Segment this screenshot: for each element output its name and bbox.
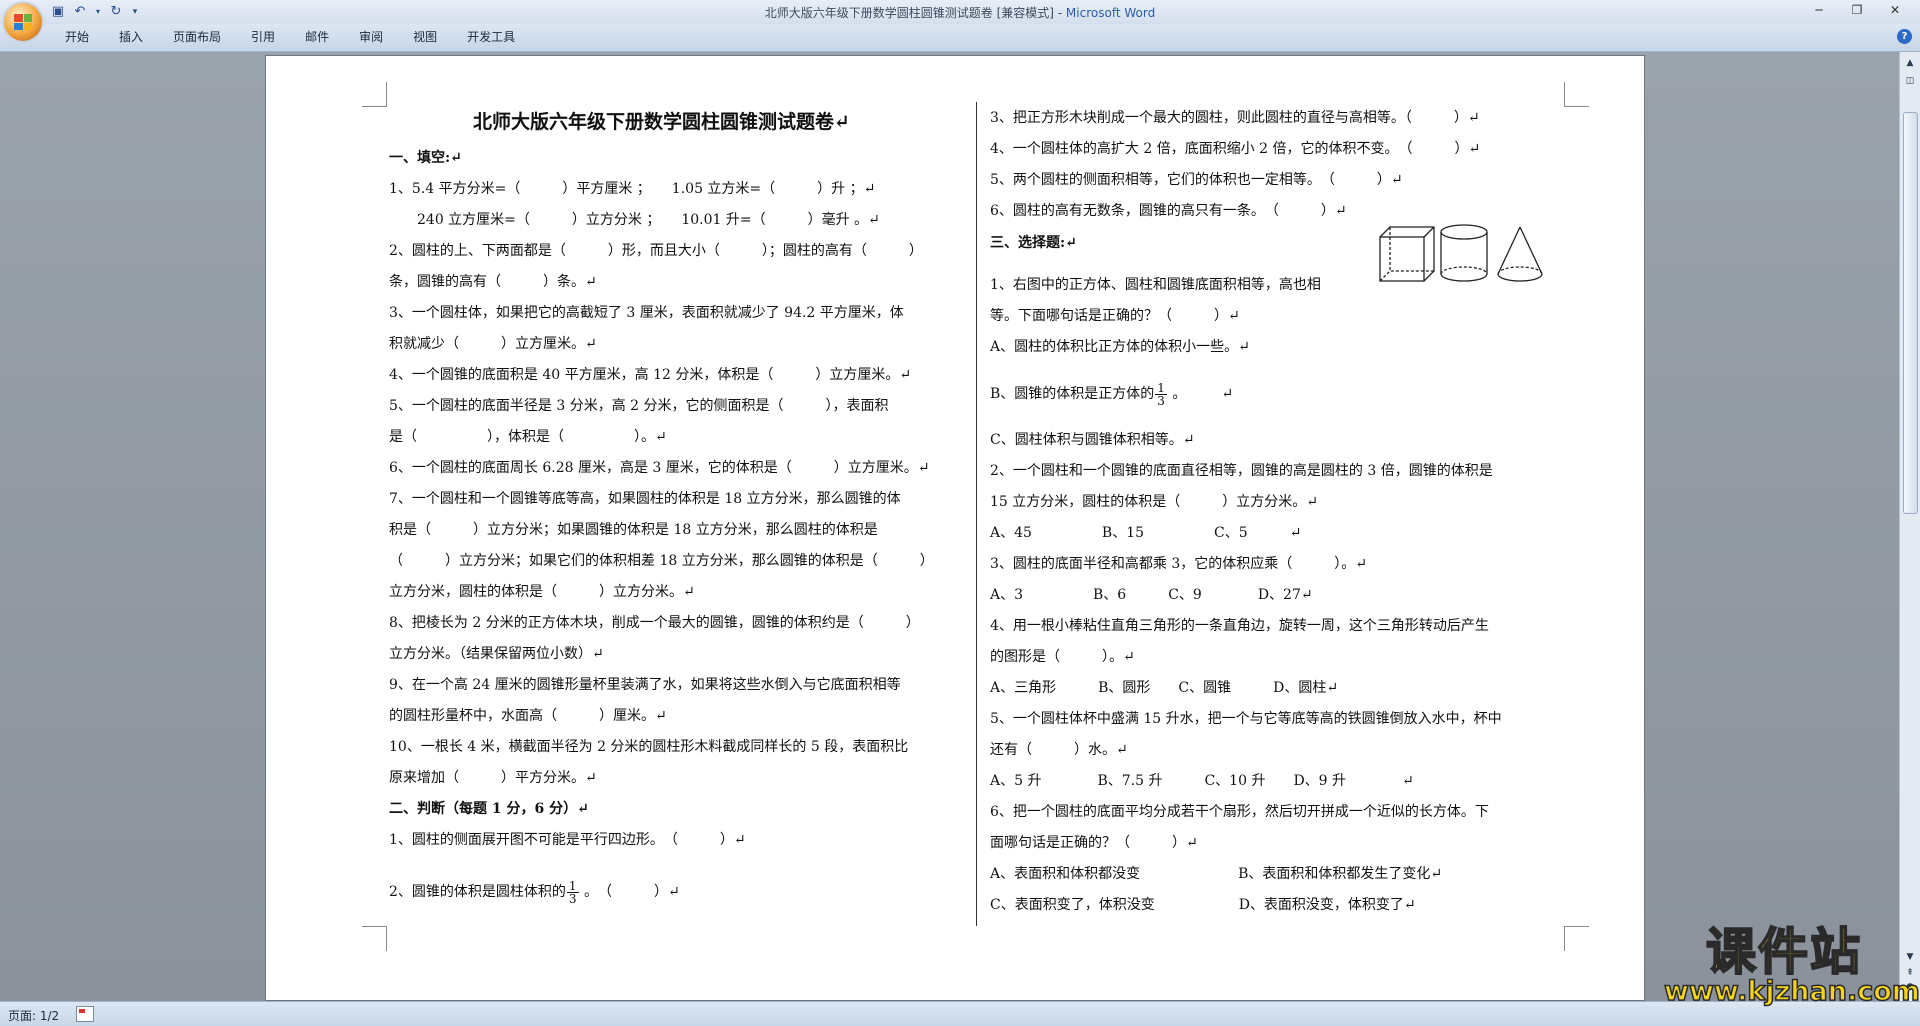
page-counter[interactable]: 页面: 1/2 xyxy=(8,1007,59,1024)
vertical-scrollbar[interactable]: ▲ ◫ ▼ ⇞ ● xyxy=(1899,52,1920,1001)
watermark-url: www.kjzhan.com xyxy=(1663,976,1920,1007)
left-line-11: 6、一个圆柱的底面周长 6.28 厘米，高是 3 厘米，它的体积是（ ）立方厘米… xyxy=(389,460,930,476)
minimize-icon[interactable]: ─ xyxy=(1800,0,1838,20)
right-line-bottom-12: A、5 升 B、7.5 升 C、10 升 D、9 升 ↵ xyxy=(990,773,1414,789)
cylinder-icon xyxy=(1440,224,1488,282)
scroll-down-icon[interactable]: ▼ xyxy=(1903,950,1917,964)
right-line-bottom-4: A、45 B、15 C、5 ↵ xyxy=(990,525,1302,541)
tab-page-layout[interactable]: 页面布局 xyxy=(158,28,236,46)
right-line-top-5: 三、选择题:↵ xyxy=(990,235,1077,251)
fraction: 13 xyxy=(1155,382,1167,407)
right-line-bottom-2: 2、一个圆柱和一个圆锥的底面直径相等，圆锥的高是圆柱的 3 倍，圆锥的体积是 xyxy=(990,463,1493,479)
right-line-bottom-16: C、表面积变了，体积没变 D、表面积没变，体积变了↵ xyxy=(990,897,1416,913)
window-controls: ─ ❐ ✕ xyxy=(1800,0,1914,20)
tab-mailings[interactable]: 邮件 xyxy=(290,28,344,46)
fraction-denominator: 3 xyxy=(1157,393,1165,408)
watermark-text: 课件站 xyxy=(1705,923,1862,981)
status-bar: 页面: 1/2 xyxy=(0,1001,1920,1026)
right-line-bottom-14: 面哪句话是正确的？（ ）↵ xyxy=(990,835,1198,851)
left-line-21: 原来增加（ ）平方分米。↵ xyxy=(389,770,597,786)
right-line-bottom-7: 4、用一根小棒粘住直角三角形的一条直角边，旋转一周，这个三角形转动后产生 xyxy=(990,618,1489,634)
fraction-denominator: 3 xyxy=(568,891,577,906)
left-line-22: 二、判断（每题 1 分，6 分）↵ xyxy=(389,801,589,817)
crop-mark-top-left xyxy=(362,82,387,107)
scroll-up-icon[interactable]: ▲ xyxy=(1903,56,1917,70)
left-line-13: 积是（ ）立方分米；如果圆锥的体积是 18 立方分米，那么圆柱的体积是 xyxy=(389,522,878,538)
watermark-logo: 课件站 www.kjzhan.com xyxy=(1663,923,1920,1008)
right-line-top-6: 1、右图中的正方体、圆柱和圆锥底面积相等，高也相 xyxy=(990,277,1321,293)
cube-icon xyxy=(1379,226,1435,282)
right-line-bottom-5: 3、圆柱的底面半径和高都乘 3，它的体积应乘（ ）。↵ xyxy=(990,556,1367,572)
right-line-bottom-13: 6、把一个圆柱的底面平均分成若干个扇形，然后切开拼成一个近似的长方体。下 xyxy=(990,804,1489,820)
left-line-4: 2、圆柱的上、下两面都是（ ）形，而且大小（ ）；圆柱的高有（ ） xyxy=(389,243,923,259)
fraction-line-suffix: 。 （ ）↵ xyxy=(579,884,680,900)
right-line-bottom-6: A、3 B、6 C、9 D、27↵ xyxy=(990,587,1313,603)
left-column: 北师大版六年级下册数学圆柱圆锥测试题卷↵ 一、填空:↵ 1、5.4 平方分米=（ … xyxy=(389,0,965,1000)
left-line-fraction: 2、圆锥的体积是圆柱体积的 1 3 。 （ ）↵ xyxy=(389,874,680,910)
right-line-bottom-10: 5、一个圆柱体杯中盛满 15 升水，把一个与它等底等高的铁圆锥倒放入水中，杯中 xyxy=(990,711,1502,727)
left-line-9: 5、一个圆柱的底面半径是 3 分米，高 2 分米，它的侧面积是（ ），表面积 xyxy=(389,398,889,414)
shapes-figure xyxy=(1379,224,1543,282)
left-line-3: 240 立方厘米=（ ）立方分米 ； 10.01 升=（ ）毫升 。↵ xyxy=(389,212,880,228)
left-line-18: 9、在一个高 24 厘米的圆锥形量杯里装满了水，如果将这些水倒入与它底面积相等 xyxy=(389,677,901,693)
close-icon[interactable]: ✕ xyxy=(1876,0,1914,20)
ruler-toggle-icon[interactable]: ◫ xyxy=(1903,74,1917,88)
right-line-bottom-3: 15 立方分米，圆柱的体积是（ ）立方分米。↵ xyxy=(990,494,1318,510)
right-line-bottom-8: 的图形是（ ）。↵ xyxy=(990,649,1135,665)
fraction-line-text: B、圆锥的体积是正方体的 xyxy=(990,386,1155,402)
scroll-thumb[interactable] xyxy=(1903,112,1918,514)
right-line-top-1: 3、把正方形木块削成一个最大的圆柱，则此圆柱的直径与高相等。（ ）↵ xyxy=(990,110,1480,126)
left-line-8: 4、一个圆锥的底面积是 40 平方厘米，高 12 分米，体积是（ ）立方厘米。↵ xyxy=(389,367,912,383)
left-line-23: 1、圆柱的侧面展开图不可能是平行四边形。 （ ）↵ xyxy=(389,832,746,848)
right-line-bottom-1: C、圆柱体积与圆锥体积相等。↵ xyxy=(990,432,1195,448)
tab-home[interactable]: 开始 xyxy=(50,28,104,46)
right-line-bottom-9: A、三角形 B、圆形 C、圆锥 D、圆柱↵ xyxy=(990,680,1339,696)
left-line-19: 的圆柱形量杯中，水面高（ ）厘米。↵ xyxy=(389,708,667,724)
cone-icon xyxy=(1497,226,1543,282)
help-icon[interactable]: ? xyxy=(1897,29,1912,44)
left-line-7: 积就减少（ ）立方厘米。↵ xyxy=(389,336,597,352)
tab-insert[interactable]: 插入 xyxy=(104,28,158,46)
left-line-12: 7、一个圆柱和一个圆锥等底等高，如果圆柱的体积是 18 立方分米，那么圆锥的体 xyxy=(389,491,901,507)
left-line-10: 是（ ），体积是（ ）。↵ xyxy=(389,429,667,445)
right-line-fraction: B、圆锥的体积是正方体的 1 3 。 ↵ xyxy=(990,376,1233,412)
maximize-icon[interactable]: ❐ xyxy=(1838,0,1876,20)
office-button[interactable] xyxy=(4,3,42,41)
right-line-top-4: 6、圆柱的高有无数条，圆锥的高只有一条。 （ ）↵ xyxy=(990,203,1347,219)
document-title: 北师大版六年级下册数学圆柱圆锥测试题卷↵ xyxy=(473,111,850,133)
right-line-top-3: 5、两个圆柱的侧面积相等，它们的体积也一定相等。 （ ）↵ xyxy=(990,172,1403,188)
fraction-line-text: 2、圆锥的体积是圆柱体积的 xyxy=(389,884,566,900)
fraction-numerator: 1 xyxy=(566,878,579,893)
left-line-14: （ ）立方分米；如果它们的体积相差 18 立方分米，那么圆锥的体积是（ ） xyxy=(389,553,934,569)
left-line-20: 10、一根长 4 米，横截面半径为 2 分米的圆柱形木料截成同样长的 5 段，表… xyxy=(389,739,909,755)
fraction-numerator: 1 xyxy=(1155,380,1167,395)
column-divider xyxy=(976,102,977,926)
fraction: 13 xyxy=(566,878,579,906)
proofing-icon[interactable] xyxy=(76,1006,94,1022)
left-line-2: 1、5.4 平方分米=（ ）平方厘米 ； 1.05 立方米=（ ）升 ；↵ xyxy=(389,181,876,197)
fraction-line-suffix: 。 ↵ xyxy=(1167,386,1234,402)
crop-mark-bottom-left xyxy=(362,926,387,951)
tab-references[interactable]: 引用 xyxy=(236,28,290,46)
left-line-1: 一、填空:↵ xyxy=(389,150,462,166)
left-line-6: 3、一个圆柱体，如果把它的高截短了 3 厘米，表面积就减少了 94.2 平方厘米… xyxy=(389,305,904,321)
right-line-top-7: 等。下面哪句话是正确的？（ ）↵ xyxy=(990,308,1240,324)
right-column: 3、把正方形木块削成一个最大的圆柱，则此圆柱的直径与高相等。（ ）↵ 4、一个圆柱… xyxy=(990,0,1570,1000)
right-line-bottom-11: 还有（ ）水。↵ xyxy=(990,742,1128,758)
left-line-5: 条，圆锥的高有（ ）条。↵ xyxy=(389,274,597,290)
right-line-bottom-15: A、表面积和体积都没变 B、表面积和体积都发生了变化↵ xyxy=(990,866,1443,882)
right-line-top-2: 4、一个圆柱体的高扩大 2 倍，底面积缩小 2 倍，它的体积不变。 （ ）↵ xyxy=(990,141,1481,157)
left-line-15: 立方分米，圆柱的体积是（ ）立方分米。↵ xyxy=(389,584,695,600)
left-line-17: 立方分米。（结果保留两位小数）↵ xyxy=(389,646,604,662)
left-line-16: 8、把棱长为 2 分米的正方体木块，削成一个最大的圆锥，圆锥的体积约是（ ） xyxy=(389,615,920,631)
right-line-top-8: A、圆柱的体积比正方体的体积小一些。↵ xyxy=(990,339,1250,355)
office-logo-icon xyxy=(14,14,32,30)
